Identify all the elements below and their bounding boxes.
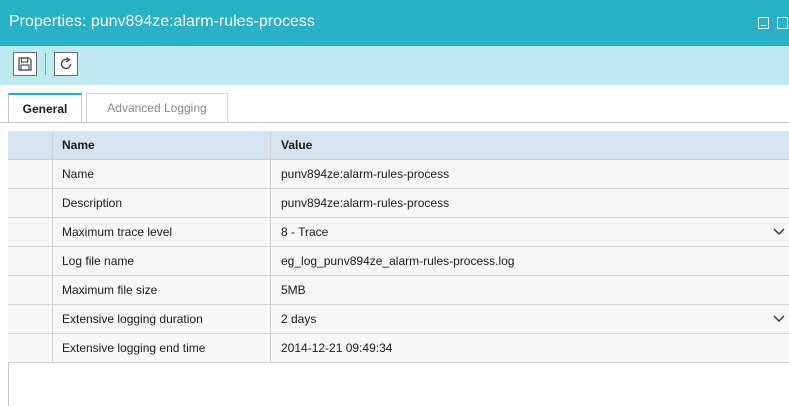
property-name: Extensive logging duration [53,305,271,333]
row-selector[interactable] [8,247,53,275]
property-value[interactable]: 2 days [272,305,789,333]
row-selector[interactable] [8,276,53,304]
table-row[interactable]: Maximum trace level 8 - Trace [8,218,789,247]
property-name: Description [53,189,271,217]
properties-grid: Name Value Name punv894ze:alarm-rules-pr… [8,131,789,363]
property-name: Extensive logging end time [53,334,271,362]
property-value[interactable]: 5MB [272,276,789,304]
row-selector[interactable] [8,160,53,188]
toolbar-separator [45,53,46,75]
row-selector[interactable] [8,189,53,217]
row-selector-header [8,131,53,159]
row-selector[interactable] [8,305,53,333]
restore-icon[interactable] [777,17,788,29]
property-value[interactable]: punv894ze:alarm-rules-process [272,160,789,188]
table-row[interactable]: Maximum file size 5MB [8,276,789,305]
property-value[interactable]: 2014-12-21 09:49:34 [272,334,789,362]
property-name: Maximum trace level [53,218,271,246]
value-column-header[interactable]: Value [272,131,789,159]
tab-divider [0,122,789,123]
save-icon [18,57,32,71]
grid-header: Name Value [8,131,789,160]
property-value[interactable]: 8 - Trace [272,218,789,246]
tab-strip: General Advanced Logging [0,85,789,123]
row-selector[interactable] [8,218,53,246]
tab-general[interactable]: General [8,93,82,123]
chevron-down-icon[interactable] [773,315,785,323]
chevron-down-icon[interactable] [773,228,785,236]
property-value[interactable]: punv894ze:alarm-rules-process [272,189,789,217]
property-name: Name [53,160,271,188]
name-column-header[interactable]: Name [53,131,271,159]
save-button[interactable] [13,52,37,76]
minimize-icon[interactable] [758,17,769,29]
property-name: Maximum file size [53,276,271,304]
row-selector[interactable] [8,334,53,362]
table-row[interactable]: Extensive logging duration 2 days [8,305,789,334]
refresh-icon [60,56,72,70]
table-row[interactable]: Name punv894ze:alarm-rules-process [8,160,789,189]
refresh-button[interactable] [54,52,78,76]
window-title: Properties: punv894ze:alarm-rules-proces… [9,13,315,30]
title-bar: Properties: punv894ze:alarm-rules-proces… [0,0,789,46]
property-value[interactable]: eg_log_punv894ze_alarm-rules-process.log [272,247,789,275]
table-row[interactable]: Log file name eg_log_punv894ze_alarm-rul… [8,247,789,276]
property-name: Log file name [53,247,271,275]
tab-advanced-logging[interactable]: Advanced Logging [86,93,228,123]
table-row[interactable]: Description punv894ze:alarm-rules-proces… [8,189,789,218]
table-row[interactable]: Extensive logging end time 2014-12-21 09… [8,334,789,363]
toolbar [0,46,789,85]
